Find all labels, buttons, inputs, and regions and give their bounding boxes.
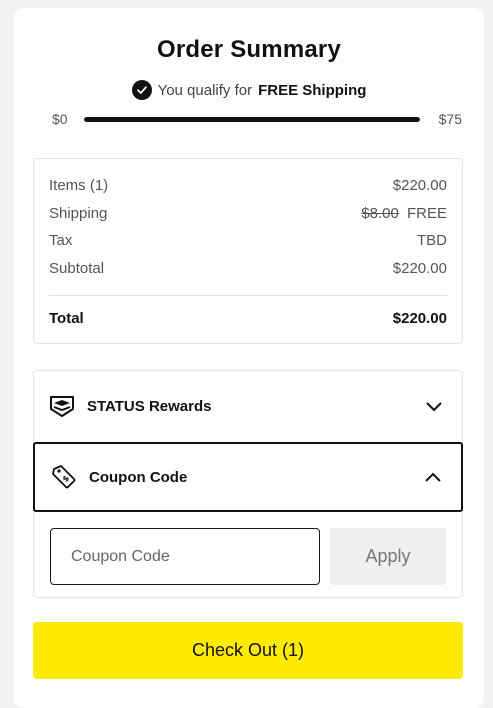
progress-max-label: $75 xyxy=(438,111,462,127)
subtotal-value: $220.00 xyxy=(392,260,447,277)
summary-breakdown: Items (1) $220.00 Shipping $8.00 FREE Ta… xyxy=(33,158,463,344)
subtotal-row: Subtotal $220.00 xyxy=(49,260,447,277)
shipping-free-value: FREE xyxy=(406,205,447,222)
shipping-row: Shipping $8.00 FREE xyxy=(49,205,447,222)
check-circle-icon xyxy=(131,80,152,100)
shipping-value-group: $8.00 FREE xyxy=(361,205,447,222)
progress-fill xyxy=(84,117,420,122)
promotions-accordion: STATUS Rewards $ Coupon Code Apply xyxy=(33,370,463,598)
order-summary-panel: Order Summary You qualify for FREE Shipp… xyxy=(14,8,484,708)
coupon-code-label: Coupon Code xyxy=(89,468,188,486)
tax-label: Tax xyxy=(49,232,73,249)
apply-coupon-button[interactable]: Apply xyxy=(330,528,446,585)
total-row: Total $220.00 xyxy=(49,310,447,327)
summary-divider xyxy=(49,295,447,296)
items-value: $220.00 xyxy=(392,177,447,194)
shipping-progress: $0 $75 xyxy=(52,109,462,129)
check-out-button[interactable]: Check Out (1) xyxy=(33,622,463,679)
shipping-label: Shipping xyxy=(49,205,108,222)
tax-row: Tax TBD xyxy=(49,232,447,249)
progress-track xyxy=(84,117,420,122)
status-rewards-toggle[interactable]: STATUS Rewards xyxy=(34,371,462,441)
qualify-text: You qualify for xyxy=(157,81,253,99)
free-shipping-banner: You qualify for FREE Shipping xyxy=(14,80,484,100)
coupon-code-input[interactable] xyxy=(50,528,320,585)
progress-min-label: $0 xyxy=(52,111,68,127)
items-label: Items (1) xyxy=(49,177,109,194)
free-shipping-highlight: FREE Shipping xyxy=(258,81,367,99)
coupon-tag-icon: $ xyxy=(51,464,77,490)
total-value: $220.00 xyxy=(392,310,447,327)
status-rewards-icon xyxy=(49,393,75,419)
items-row: Items (1) $220.00 xyxy=(49,177,447,194)
shipping-original-price: $8.00 xyxy=(361,205,399,222)
coupon-code-toggle[interactable]: $ Coupon Code xyxy=(33,442,463,512)
chevron-down-icon xyxy=(421,393,447,419)
status-rewards-label: STATUS Rewards xyxy=(87,397,212,415)
total-label: Total xyxy=(49,310,84,327)
tax-value: TBD xyxy=(417,232,447,249)
page-title: Order Summary xyxy=(156,36,341,63)
subtotal-label: Subtotal xyxy=(49,260,105,277)
chevron-up-icon xyxy=(420,464,446,490)
